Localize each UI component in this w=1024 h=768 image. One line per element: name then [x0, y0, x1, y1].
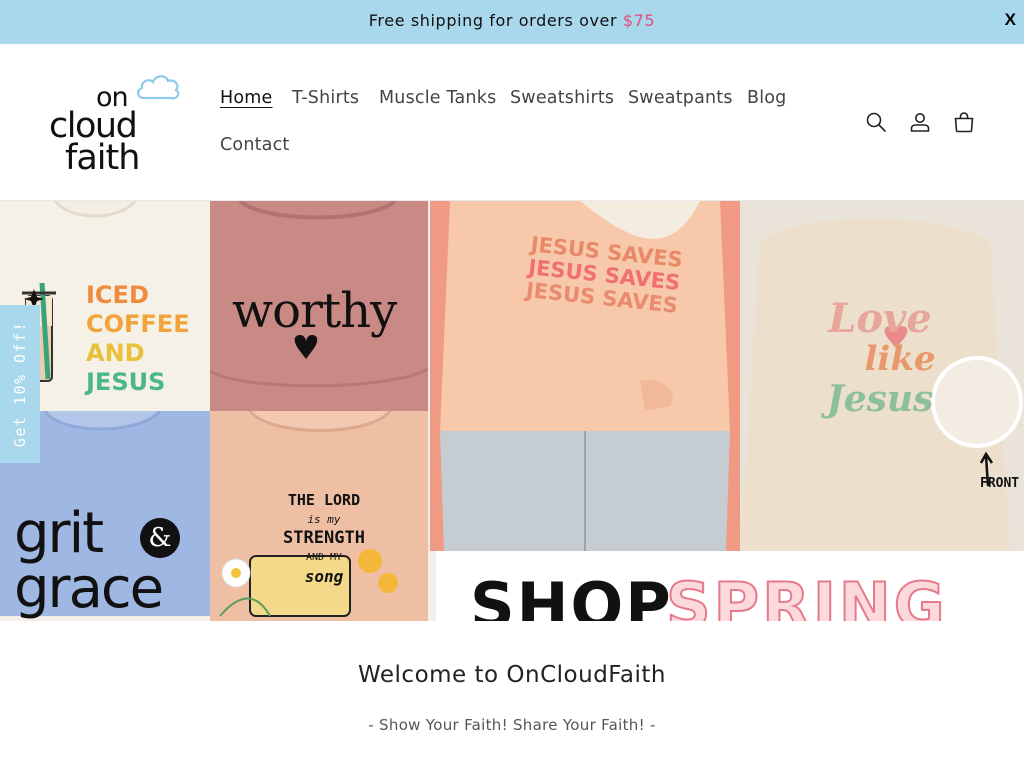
- welcome-title: Welcome to OnCloudFaith: [358, 662, 666, 688]
- discount-side-tab-label: Get 10% Off!: [11, 320, 29, 448]
- announcement-bar: Free shipping for orders over $75 X: [0, 0, 1024, 44]
- nav-sweatshirts[interactable]: Sweatshirts: [510, 88, 614, 108]
- shirt-text-and-my: AND MY: [305, 552, 343, 563]
- shop-spring-shop: SHOP: [470, 569, 673, 621]
- nav-blog[interactable]: Blog: [747, 88, 786, 108]
- nav-contact[interactable]: Contact: [220, 135, 290, 155]
- shirt-text-like: like: [864, 339, 936, 379]
- shirt-text-love-jesus: Jesus: [826, 378, 934, 420]
- shirt-text-jesus: JESUS: [86, 368, 166, 396]
- shirt-text-love: Love: [828, 295, 932, 342]
- shirt-text-ampersand: &: [140, 518, 180, 558]
- welcome-tagline: - Show Your Faith! Share Your Faith! -: [368, 716, 656, 734]
- shirt-text-coffee: COFFEE: [86, 310, 190, 338]
- shirt-text-grace: grace: [14, 556, 164, 621]
- shirt-text-the-lord: THE LORD: [287, 491, 361, 509]
- nav-t-shirts[interactable]: T-Shirts: [292, 88, 359, 108]
- shop-spring-spring: SPRING: [665, 568, 948, 621]
- logo[interactable]: on cloud faith: [46, 70, 186, 178]
- shirt-worthy: worthy: [210, 201, 428, 411]
- shirt-text-strength: STRENGTH: [283, 528, 365, 548]
- account-icon[interactable]: [908, 110, 932, 134]
- cart-icon[interactable]: [952, 110, 976, 134]
- shirt-strength-song: THE LORD is my STRENGTH AND MY song: [210, 411, 428, 621]
- hero-banner[interactable]: ICED COFFEE AND JESUS worthy grit & grac…: [0, 201, 1024, 621]
- announcement-message: Free shipping for orders over: [368, 11, 623, 30]
- nav-muscle-tanks[interactable]: Muscle Tanks: [379, 88, 496, 108]
- discount-side-tab[interactable]: Get 10% Off!: [0, 305, 40, 463]
- model-love-like-jesus: Love like Jesus FRONT: [740, 201, 1024, 551]
- cloud-icon: [137, 75, 180, 100]
- site-header: on cloud faith Home T-Shirts Muscle Tank…: [0, 44, 1024, 201]
- shirt-text-and: AND: [86, 339, 145, 367]
- nav-home[interactable]: Home: [220, 88, 272, 108]
- shirt-text-is-my: is my: [307, 513, 341, 526]
- model-jesus-saves: JESUS SAVES JESUS SAVES JESUS SAVES: [430, 201, 740, 551]
- hoodie-front-label: FRONT: [980, 476, 1020, 491]
- announcement-price: $75: [622, 11, 656, 30]
- close-announcement-button[interactable]: X: [1005, 10, 1016, 30]
- shirt-text-iced: ICED: [86, 281, 149, 309]
- shirt-text-worthy: worthy: [232, 283, 397, 339]
- shop-spring-banner: SHOP SPRING: [436, 551, 1024, 621]
- search-icon[interactable]: [864, 110, 888, 134]
- logo-line-faith: faith: [65, 138, 140, 178]
- announcement-text: Free shipping for orders over $75: [0, 11, 1024, 30]
- shirt-text-song: song: [304, 567, 344, 586]
- nav-sweatpants[interactable]: Sweatpants: [628, 88, 733, 108]
